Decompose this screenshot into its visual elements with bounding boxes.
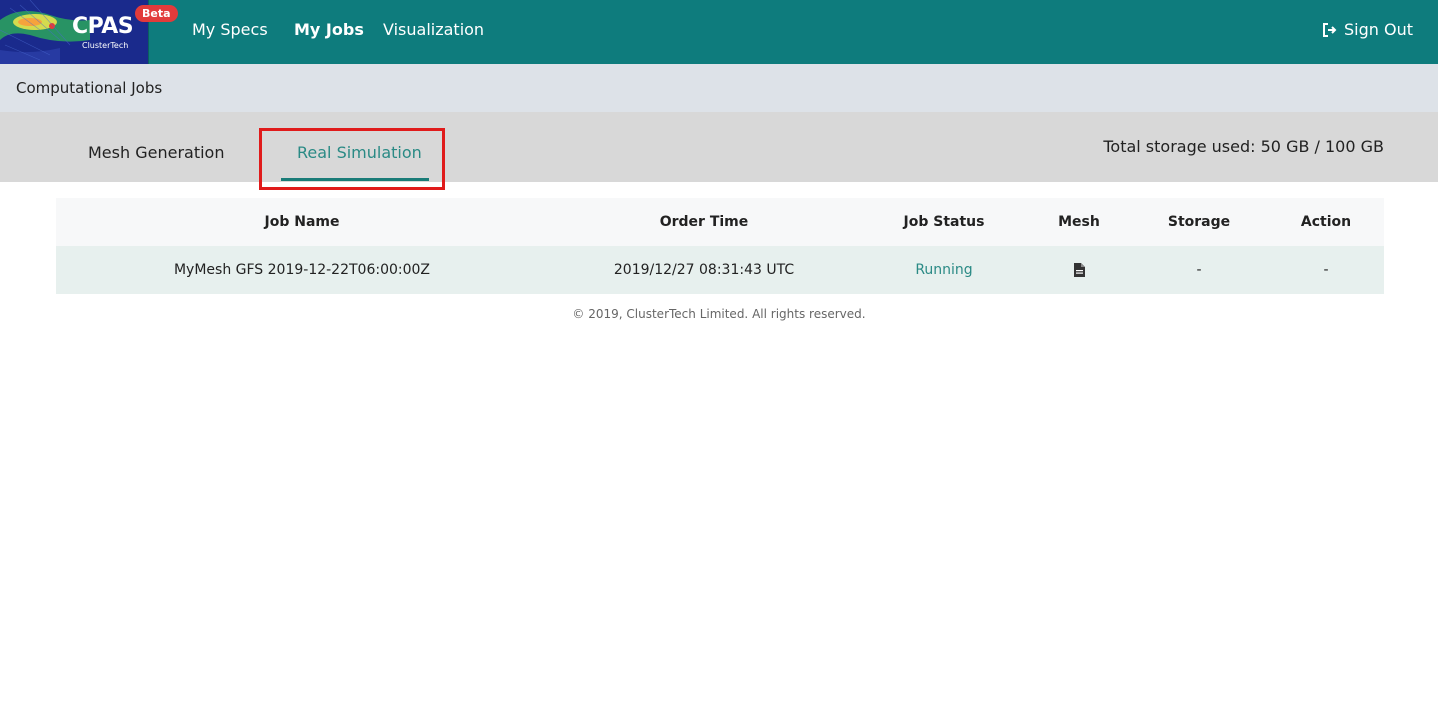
table-header: Job Name Order Time Job Status Mesh Stor… xyxy=(56,198,1384,246)
jobs-table: Job Name Order Time Job Status Mesh Stor… xyxy=(56,198,1384,294)
column-header-order-time[interactable]: Order Time xyxy=(548,198,860,246)
cell-job-name: MyMesh GFS 2019-12-22T06:00:00Z xyxy=(173,262,431,278)
footer-copyright: © 2019, ClusterTech Limited. All rights … xyxy=(572,307,866,321)
breadcrumb: Computational Jobs xyxy=(0,64,1438,112)
column-header-storage[interactable]: Storage xyxy=(1130,198,1268,246)
top-navbar: CPAS ClusterTech Beta My Specs My Jobs V… xyxy=(0,0,1438,64)
table-row[interactable]: MyMesh GFS 2019-12-22T06:00:00Z 2019/12/… xyxy=(56,246,1384,294)
logo-title: CPAS xyxy=(72,14,134,39)
storage-usage-text: Total storage used: 50 GB / 100 GB xyxy=(1103,137,1384,156)
page-title: Computational Jobs xyxy=(16,79,163,97)
beta-badge: Beta xyxy=(135,5,178,22)
column-header-job-status[interactable]: Job Status xyxy=(860,198,1028,246)
cell-job-status: Running xyxy=(915,262,973,278)
sign-out-button[interactable]: Sign Out xyxy=(1322,20,1413,39)
tab-bar: Mesh Generation Real Simulation Total st… xyxy=(0,112,1438,190)
nav-visualization[interactable]: Visualization xyxy=(383,20,484,39)
nav-my-specs[interactable]: My Specs xyxy=(192,20,268,39)
sign-out-label: Sign Out xyxy=(1344,20,1413,39)
tab-mesh-generation[interactable]: Mesh Generation xyxy=(88,143,224,162)
cell-action: - xyxy=(1323,262,1329,278)
sign-out-icon xyxy=(1322,22,1338,38)
cell-order-time: 2019/12/27 08:31:43 UTC xyxy=(613,262,795,278)
column-header-mesh[interactable]: Mesh xyxy=(1028,198,1130,246)
nav-my-jobs[interactable]: My Jobs xyxy=(294,20,364,39)
cell-mesh xyxy=(1028,246,1130,294)
file-icon[interactable] xyxy=(1073,263,1085,277)
cell-storage: - xyxy=(1196,262,1202,278)
logo-subtitle: ClusterTech xyxy=(82,41,129,50)
highlight-annotation-box xyxy=(259,128,445,190)
app-logo[interactable]: CPAS ClusterTech xyxy=(0,0,149,64)
column-header-job-name[interactable]: Job Name xyxy=(56,198,548,246)
column-header-action[interactable]: Action xyxy=(1268,198,1384,246)
